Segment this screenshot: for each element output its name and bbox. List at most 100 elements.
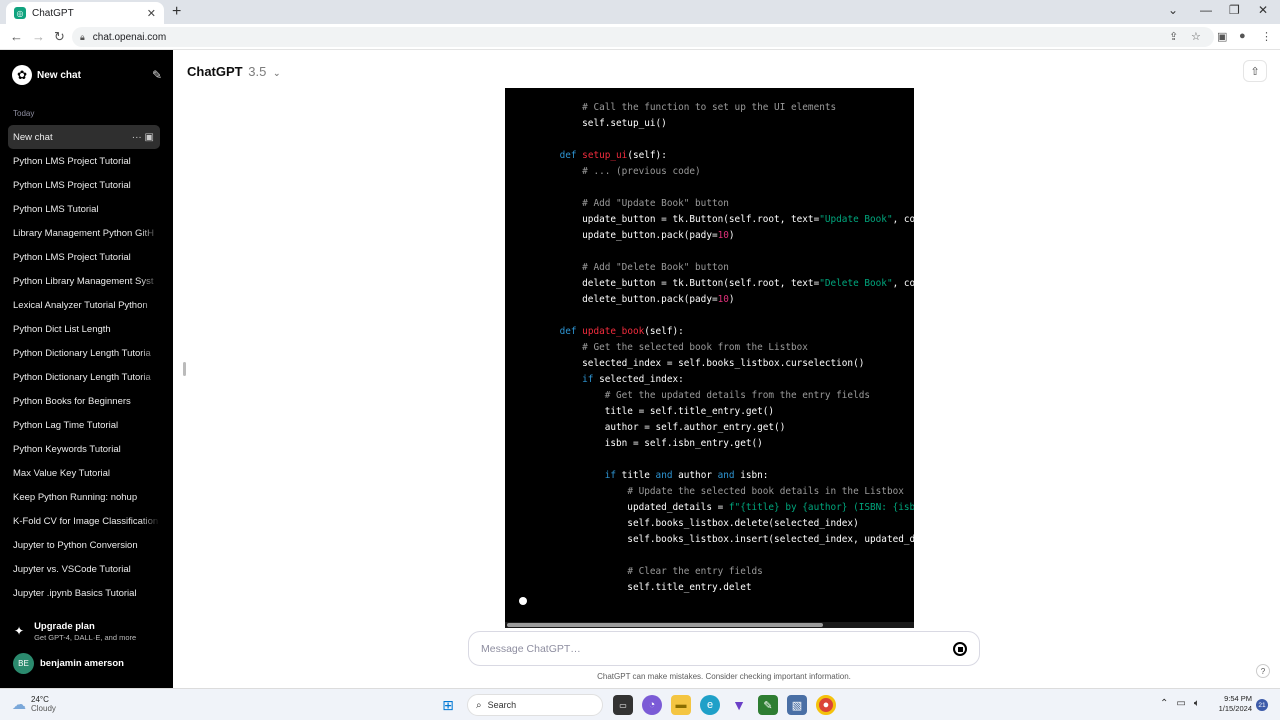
text-fade [140, 269, 160, 293]
share-button[interactable]: ⇧ [1243, 60, 1267, 82]
code-token: # ... (previous code) [582, 166, 701, 177]
upgrade-plan-button[interactable]: ✦ Upgrade plan Get GPT-4, DALL·E, and mo… [14, 621, 164, 642]
app-icon-photos[interactable]: ▧ [787, 695, 807, 715]
sidebar-chat-item[interactable]: Python Books for Beginners [8, 389, 160, 413]
sidebar-chat-item[interactable]: Jupyter .ipynb Basics Tutorial [8, 581, 160, 605]
text-fade [140, 509, 160, 533]
share-page-icon[interactable]: ⇪ [1169, 30, 1178, 43]
message-input[interactable]: Message ChatGPT… [468, 631, 980, 666]
archive-icon[interactable]: ▣ [142, 132, 154, 143]
sidebar-chat-item[interactable]: Library Management Python GitH [8, 221, 160, 245]
sidebar-chat-label: Python LMS Project Tutorial [13, 179, 131, 191]
sidebar-chat-item[interactable]: Jupyter to Python Conversion [8, 533, 160, 557]
maximize-button[interactable]: ❐ [1229, 3, 1240, 17]
sidebar-chat-item[interactable]: New chat ··· ▣ [8, 125, 160, 149]
text-fade [140, 389, 160, 413]
clock-time: 9:54 PM [1224, 694, 1252, 703]
code-token: def [559, 326, 577, 337]
chat-history-list: New chat ··· ▣ Python LMS Project Tutorial… [8, 125, 160, 605]
tab-title: ChatGPT [32, 7, 74, 19]
start-menu-icon[interactable]: ⊞ [438, 695, 458, 715]
close-window-button[interactable]: ✕ [1258, 3, 1268, 17]
notification-badge[interactable]: 21 [1256, 699, 1268, 711]
clock[interactable]: 9:54 PM 1/15/2024 [1214, 694, 1252, 714]
scrollbar-thumb[interactable] [507, 623, 823, 627]
weather-widget[interactable]: ☁ 24°C Cloudy [12, 695, 56, 713]
task-view-icon[interactable]: ▭ [613, 695, 633, 715]
help-button[interactable]: ? [1256, 664, 1270, 678]
sidebar-chat-item[interactable]: Max Value Key Tutorial [8, 461, 160, 485]
horizontal-scrollbar[interactable] [505, 622, 914, 628]
code-token: selected_index: [593, 374, 684, 385]
chat-app-icon[interactable]: ◔ [642, 695, 662, 715]
compose-icon[interactable]: ✎ [152, 68, 162, 82]
code-line: title = self.title_entry.get() [537, 404, 914, 420]
sidebar-chat-item[interactable]: Python Dict List Length [8, 317, 160, 341]
sidebar-chat-item[interactable]: Python Dictionary Length Tutoria [8, 341, 160, 365]
tab-search-icon[interactable]: ⌄ [1168, 3, 1178, 17]
sidebar-chat-item[interactable]: Python Library Management Syst [8, 269, 160, 293]
sidebar-chat-label: Python LMS Project Tutorial [13, 251, 131, 263]
network-icon[interactable]: ▭ [1176, 698, 1185, 709]
sidebar-chat-label: Library Management Python GitH [13, 227, 154, 239]
sidebar-chat-item[interactable]: Jupyter vs. VSCode Tutorial [8, 557, 160, 581]
text-fade [140, 245, 160, 269]
edge-browser-icon[interactable]: e [700, 695, 720, 715]
sidebar-chat-item[interactable]: K-Fold CV for Image Classification [8, 509, 160, 533]
new-tab-button[interactable]: + [172, 3, 181, 21]
browser-tab[interactable]: ◎ ChatGPT ✕ [6, 2, 164, 24]
avatar: BE [13, 653, 34, 674]
sidebar-chat-label: Python Lag Time Tutorial [13, 419, 119, 431]
text-fade [140, 293, 160, 317]
sidebar-chat-label: Jupyter vs. VSCode Tutorial [13, 563, 131, 575]
sidebar-resize-handle[interactable] [183, 362, 186, 376]
windows-taskbar: ☁ 24°C Cloudy ⊞ ⌕ Search ▭ ◔ ▬ e ▼ ✎ ▧ ●… [0, 688, 1280, 720]
sidebar-chat-item[interactable]: Python LMS Project Tutorial [8, 173, 160, 197]
sidebar-chat-item[interactable]: Python LMS Project Tutorial [8, 245, 160, 269]
sidebar-chat-item[interactable]: Lexical Analyzer Tutorial Python [8, 293, 160, 317]
user-menu[interactable]: BE benjamin amerson [13, 653, 124, 674]
bookmark-star-icon[interactable]: ☆ [1191, 30, 1201, 43]
file-explorer-icon[interactable]: ▬ [671, 695, 691, 715]
sidebar-chat-label: New chat [13, 131, 53, 143]
forward-icon[interactable]: → [32, 29, 45, 44]
close-tab-icon[interactable]: ✕ [147, 7, 156, 20]
app-icon-v[interactable]: ▼ [729, 695, 749, 715]
code-line: # Add "Update Book" button [537, 196, 914, 212]
stop-generating-button[interactable] [953, 642, 967, 656]
code-token: update_book [582, 326, 645, 337]
side-panel-icon[interactable]: ▣ [1217, 30, 1227, 43]
sidebar-chat-item[interactable]: Keep Python Running: nohup [8, 485, 160, 509]
model-selector[interactable]: ChatGPT 3.5 ⌄ [187, 64, 281, 79]
code-line: author = self.author_entry.get() [537, 420, 914, 436]
minimize-button[interactable]: — [1200, 3, 1212, 17]
sidebar-chat-item[interactable]: Python LMS Tutorial [8, 197, 160, 221]
chrome-browser-icon[interactable]: ● [816, 695, 836, 715]
browser-menu-icon[interactable]: ⋮ [1261, 30, 1272, 43]
code-token: self.books_listbox.insert(selected_index… [537, 534, 914, 545]
code-token: author [672, 470, 718, 481]
sidebar-chat-item[interactable]: Python Lag Time Tutorial [8, 413, 160, 437]
back-icon[interactable]: ← [10, 29, 23, 44]
profile-icon[interactable]: ● [1239, 30, 1246, 42]
new-chat-button[interactable]: ✿ New chat ✎ [12, 64, 162, 86]
reload-icon[interactable]: ↻ [54, 29, 65, 45]
code-token: # Add "Delete Book" button [582, 262, 729, 273]
sidebar-chat-item[interactable]: Python Keywords Tutorial [8, 437, 160, 461]
volume-icon[interactable]: 🔈︎ [1194, 698, 1200, 709]
code-token: def [559, 150, 577, 161]
taskbar-search[interactable]: ⌕ Search [467, 694, 603, 716]
sidebar-chat-label: Jupyter to Python Conversion [13, 539, 138, 551]
sidebar-chat-item[interactable]: Python LMS Project Tutorial [8, 149, 160, 173]
text-fade [140, 149, 160, 173]
sidebar-chat-item[interactable]: Python Dictionary Length Tutoria [8, 365, 160, 389]
tray-overflow-icon[interactable]: ⌃ [1160, 698, 1168, 709]
more-options-icon[interactable]: ··· [132, 132, 142, 143]
site-info-icon[interactable]: 🔒︎ [80, 32, 85, 43]
code-token: self.books_listbox.delete(selected_index… [537, 518, 859, 529]
app-icon-green[interactable]: ✎ [758, 695, 778, 715]
streaming-cursor [519, 597, 527, 605]
url-field[interactable]: 🔒︎ chat.openai.com [72, 27, 1214, 47]
